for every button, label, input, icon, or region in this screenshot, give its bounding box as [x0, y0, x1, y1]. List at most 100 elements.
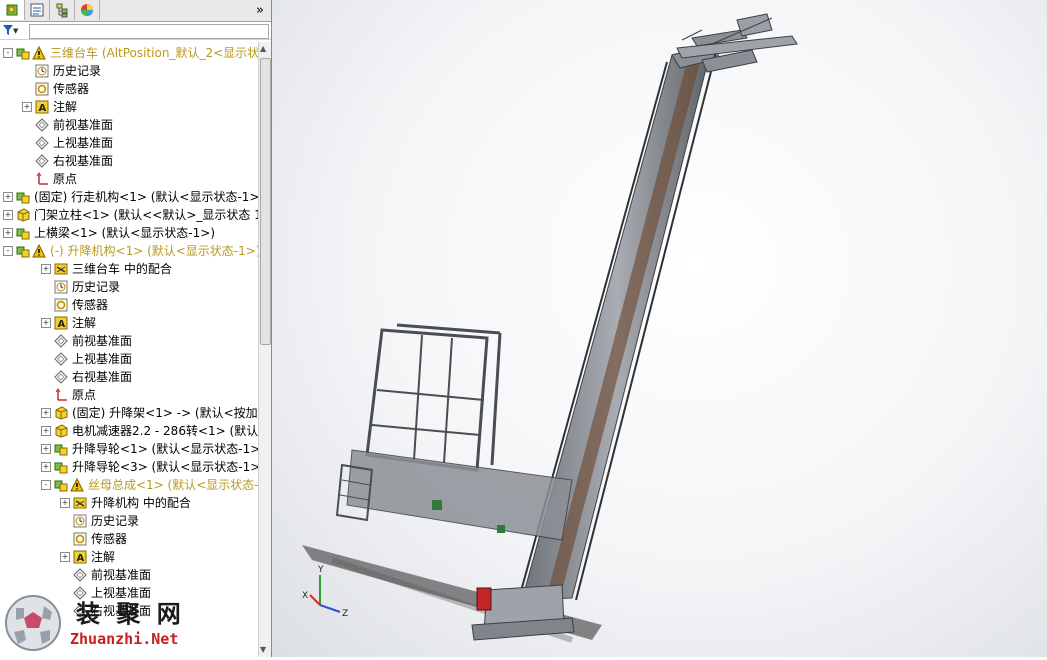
tree-row[interactable]: + 升降机构 中的配合 — [0, 494, 258, 512]
expand-toggle-icon[interactable]: + — [3, 192, 13, 202]
assembly-icon — [54, 480, 68, 492]
tree-row-label: (固定) 升降架<1> -> (默认<按加工> — [72, 406, 272, 420]
tree-row[interactable]: 前视基准面 — [0, 116, 258, 134]
svg-text:A: A — [58, 319, 66, 330]
filter-bar: ▼ — [0, 22, 271, 40]
mates-icon — [73, 497, 87, 509]
tree-row-label: 升降机构 中的配合 — [91, 496, 191, 510]
scrollbar-thumb[interactable] — [260, 58, 271, 345]
scroll-up-arrow-icon[interactable]: ▲ — [260, 44, 266, 53]
tree-row[interactable]: + 升降导轮<1> (默认<显示状态-1>) — [0, 440, 265, 458]
collapse-toggle-icon[interactable]: - — [3, 246, 13, 256]
configuration-manager-tab[interactable] — [50, 0, 75, 20]
expand-toggle-icon[interactable]: + — [3, 210, 13, 220]
lift-carriage — [335, 323, 573, 541]
tree-row[interactable]: + (固定) 行走机构<1> (默认<显示状态-1> — [0, 188, 260, 206]
triad-z-label: Z — [342, 609, 348, 619]
filter-input[interactable] — [29, 24, 269, 39]
tree-row[interactable]: 历史记录 — [0, 62, 258, 80]
tree-row[interactable]: + 上横梁<1> (默认<显示状态-1>) — [0, 224, 258, 242]
annotation-icon: A — [35, 100, 49, 114]
filter-icon[interactable]: ▼ — [3, 23, 18, 36]
collapse-toggle-icon[interactable]: - — [3, 48, 13, 58]
part-icon — [17, 208, 30, 222]
watermark-url-text: Zhuanzhi.Net — [70, 630, 179, 648]
tree-row[interactable]: 传感器 — [0, 80, 258, 98]
expand-toggle-icon[interactable]: + — [41, 408, 51, 418]
tree-row-label: 上视基准面 — [72, 352, 133, 366]
display-manager-tab[interactable] — [75, 0, 100, 20]
tree-row[interactable]: 历史记录 — [0, 512, 258, 530]
tabs-overflow-button[interactable]: » — [251, 0, 269, 20]
tree-row[interactable]: + A 注解 — [0, 314, 258, 332]
plane-icon — [35, 154, 49, 168]
history-icon — [73, 514, 87, 528]
tree-row[interactable]: 传感器 — [0, 296, 258, 314]
plane-icon — [54, 370, 68, 384]
filter-dropdown-arrow[interactable]: ▼ — [13, 27, 18, 35]
tree-row[interactable]: 传感器 — [0, 530, 258, 548]
tree-row[interactable]: 前视基准面 — [0, 566, 258, 584]
tree-row[interactable]: 原点 — [0, 170, 258, 188]
feature-manager-panel: » ▼ - 三维台车 (AltPosition_默认_2<显示状态- 历史记录 传感器… — [0, 0, 272, 657]
history-icon — [54, 280, 68, 294]
origin-icon — [55, 388, 67, 401]
triad-y-label: Y — [317, 565, 324, 575]
expand-toggle-icon[interactable]: + — [41, 462, 51, 472]
expand-toggle-icon[interactable]: + — [41, 444, 51, 454]
property-manager-tab[interactable] — [25, 0, 50, 20]
assembly-icon — [16, 192, 30, 204]
assembly-icon — [54, 444, 68, 456]
tree-row[interactable]: 历史记录 — [0, 278, 258, 296]
tree-row-label: 三维台车 中的配合 — [72, 262, 172, 276]
sensor-icon — [73, 532, 87, 546]
feature-tree-icon — [6, 4, 18, 16]
tree-row[interactable]: 原点 — [0, 386, 258, 404]
tree-scrollbar[interactable]: ▲ ▼ — [258, 42, 271, 657]
tree-row[interactable]: 右视基准面 — [0, 368, 258, 386]
tree-row[interactable]: 右视基准面 — [0, 152, 258, 170]
graphics-viewport[interactable]: Y Z X — [272, 0, 1047, 657]
feature-tree: - 三维台车 (AltPosition_默认_2<显示状态- 历史记录 传感器 + A 注解… — [0, 42, 271, 657]
scroll-down-arrow-icon[interactable]: ▼ — [260, 645, 266, 654]
soccer-ball-logo-icon — [5, 595, 61, 651]
expand-toggle-icon[interactable]: + — [41, 426, 51, 436]
tree-row[interactable]: + A 注解 — [0, 98, 258, 116]
collapse-toggle-icon[interactable]: - — [41, 480, 51, 490]
plane-icon — [35, 118, 49, 132]
assembly-icon — [54, 462, 68, 474]
tree-row-label: 注解 — [91, 550, 116, 564]
expand-toggle-icon[interactable]: + — [3, 228, 13, 238]
site-watermark: 装 聚 网 Zhuanzhi.Net — [4, 592, 204, 654]
tree-row[interactable]: + 升降导轮<3> (默认<显示状态-1>) — [0, 458, 265, 476]
tree-row-label: 右视基准面 — [72, 370, 133, 384]
tree-row-label: (固定) 行走机构<1> (默认<显示状态-1> — [34, 190, 260, 204]
assembly-icon — [16, 246, 30, 258]
tree-row-label: 丝母总成<1> (默认<显示状态-1> — [88, 478, 272, 492]
walking-base — [471, 584, 575, 641]
tree-row-label: 前视基准面 — [53, 118, 114, 132]
tree-row[interactable]: - 丝母总成<1> (默认<显示状态-1> — [0, 476, 271, 494]
tree-row[interactable]: + A 注解 — [0, 548, 258, 566]
expand-toggle-icon[interactable]: + — [41, 318, 51, 328]
tree-row[interactable]: 上视基准面 — [0, 134, 258, 152]
tree-row-label: 传感器 — [91, 532, 128, 546]
tree-row[interactable]: - 三维台车 (AltPosition_默认_2<显示状态- — [0, 44, 271, 62]
tree-row[interactable]: + (固定) 升降架<1> -> (默认<按加工> — [0, 404, 271, 422]
mates-icon — [54, 263, 68, 275]
feature-manager-tab[interactable] — [0, 0, 25, 20]
tree-row[interactable]: + 电机减速器2.2 - 286转<1> (默认<<默 — [0, 422, 271, 440]
tree-row[interactable]: + 三维台车 中的配合 — [0, 260, 258, 278]
tree-row[interactable]: 前视基准面 — [0, 332, 258, 350]
sensor-icon — [35, 82, 49, 96]
expand-toggle-icon[interactable]: + — [41, 264, 51, 274]
tree-row[interactable]: - (-) 升降机构<1> (默认<显示状态-1>) — [0, 242, 261, 260]
tree-row[interactable]: 上视基准面 — [0, 350, 258, 368]
coordinate-triad: Y Z X — [302, 565, 348, 619]
expand-toggle-icon[interactable]: + — [60, 498, 70, 508]
expand-toggle-icon[interactable]: + — [60, 552, 70, 562]
tree-row[interactable]: + 门架立柱<1> (默认<<默认>_显示状态 1 — [0, 206, 262, 224]
color-wheel-icon — [81, 4, 93, 16]
tree-row-label: 历史记录 — [91, 514, 140, 528]
expand-toggle-icon[interactable]: + — [22, 102, 32, 112]
